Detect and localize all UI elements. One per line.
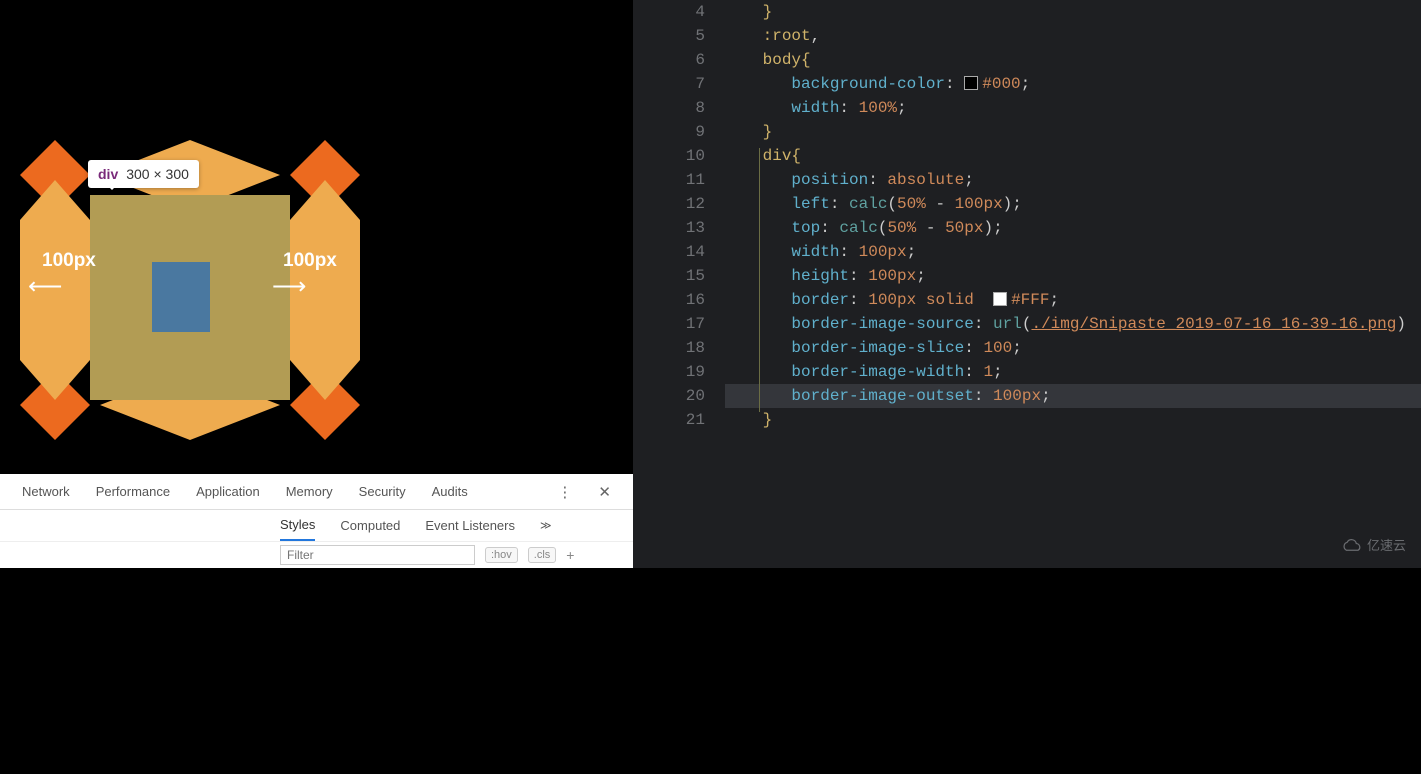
subtab-computed[interactable]: Computed — [340, 518, 400, 533]
label-right: 100px — [283, 250, 337, 272]
devtools-tabs-secondary: Styles Computed Event Listeners ≫ — [0, 510, 633, 542]
subtab-listeners[interactable]: Event Listeners — [425, 518, 515, 533]
tab-performance[interactable]: Performance — [96, 484, 170, 499]
preview-pane: div 300 × 300 100px 100px ⟵ ⟶ Network Pe… — [0, 0, 633, 568]
hov-toggle[interactable]: :hov — [485, 547, 518, 563]
add-rule-icon[interactable]: + — [566, 547, 574, 563]
tab-audits[interactable]: Audits — [432, 484, 468, 499]
tooltip-dimensions: 300 × 300 — [126, 166, 189, 182]
close-icon[interactable]: ✕ — [598, 483, 611, 501]
arrow-left-icon: ⟵ — [28, 272, 62, 302]
element-tooltip: div 300 × 300 — [88, 160, 199, 188]
cloud-icon — [1341, 539, 1363, 553]
line-gutter: 456789101112131415161718192021 — [633, 0, 725, 432]
styles-filter-row: :hov .cls + — [0, 542, 633, 568]
devtools-panel: Network Performance Application Memory S… — [0, 474, 633, 568]
tooltip-tag: div — [98, 166, 118, 182]
more-subtabs-icon[interactable]: ≫ — [540, 519, 552, 532]
arrow-right-icon: ⟶ — [272, 272, 306, 302]
code-area[interactable]: } :root, body{ background-color: #000; w… — [753, 0, 1421, 432]
cls-toggle[interactable]: .cls — [528, 547, 557, 563]
more-icon[interactable]: ⋮ — [557, 483, 572, 501]
watermark: 亿速云 — [1341, 534, 1406, 558]
subtab-styles[interactable]: Styles — [280, 517, 315, 541]
code-editor[interactable]: 456789101112131415161718192021 } :root, … — [633, 0, 1421, 568]
page-viewport: div 300 × 300 100px 100px ⟵ ⟶ — [0, 0, 633, 474]
tab-network[interactable]: Network — [22, 484, 70, 499]
tab-security[interactable]: Security — [359, 484, 406, 499]
tab-application[interactable]: Application — [196, 484, 260, 499]
label-left: 100px — [42, 250, 96, 272]
tab-memory[interactable]: Memory — [286, 484, 333, 499]
filter-input[interactable] — [280, 545, 475, 565]
devtools-tabs-primary: Network Performance Application Memory S… — [0, 474, 633, 510]
watermark-text: 亿速云 — [1367, 534, 1406, 558]
